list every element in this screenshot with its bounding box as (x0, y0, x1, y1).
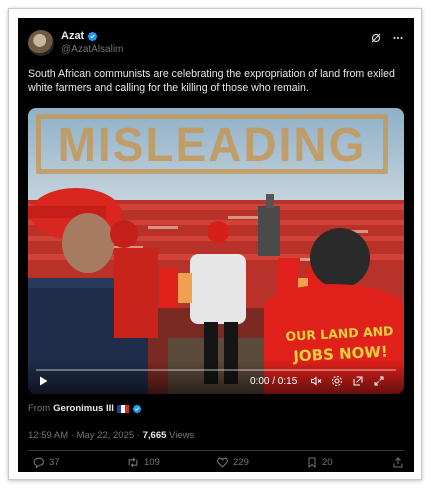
reply-count: 37 (49, 457, 60, 468)
post-timestamp[interactable]: 12:59 AM · May 22, 2025 (28, 430, 134, 441)
views-label: Views (169, 430, 195, 441)
repost-icon (128, 457, 138, 468)
repost-button[interactable]: 109 (126, 456, 160, 469)
author-display-name[interactable]: Azat (61, 30, 84, 42)
screenshot-frame: Azat @AzatAlsalim South African communis… (8, 8, 422, 480)
attribution-source[interactable]: Geronimus III (53, 403, 114, 414)
reply-button[interactable]: 37 (32, 456, 60, 469)
post-meta: 12:59 AM · May 22, 2025 · 7,665 Views (28, 430, 194, 441)
attribution-prefix: From (28, 403, 51, 414)
progress-bar[interactable] (36, 369, 396, 371)
avatar[interactable] (28, 30, 54, 56)
shirt-slogan-line1: OUR LAND AND (285, 323, 394, 344)
repost-count: 109 (144, 457, 160, 468)
more-icon[interactable] (392, 32, 404, 44)
video-control-icons (310, 375, 385, 387)
stamp-text: MISLEADING (57, 116, 367, 172)
bookmark-icon (308, 457, 316, 469)
settings-icon[interactable] (331, 375, 343, 387)
like-count: 229 (233, 457, 249, 468)
share-icon (393, 457, 403, 468)
fullscreen-icon[interactable] (373, 375, 385, 387)
play-icon[interactable] (37, 375, 49, 387)
bookmark-button[interactable]: 20 (306, 456, 333, 469)
verified-badge-icon (88, 31, 98, 41)
reply-icon (33, 457, 44, 469)
like-icon (217, 457, 228, 468)
divider (28, 450, 404, 451)
tweet-card: Azat @AzatAlsalim South African communis… (18, 18, 414, 472)
volume-icon[interactable] (310, 375, 322, 387)
video-controls: 0:00 / 0:15 (28, 360, 404, 394)
media-attribution: From Geronimus III (28, 403, 142, 414)
misleading-stamp: MISLEADING (36, 114, 388, 174)
author-line: Azat (61, 30, 98, 42)
video-player[interactable]: MISLEADING OUR LAND AND JOBS NOW! 0:00 /… (28, 108, 404, 394)
like-button[interactable]: 229 (216, 456, 249, 469)
grok-icon[interactable] (370, 32, 382, 44)
pip-icon[interactable] (352, 375, 364, 387)
views-count: 7,665 (142, 430, 167, 441)
header-actions (370, 32, 404, 44)
share-button[interactable] (392, 456, 404, 469)
video-time: 0:00 / 0:15 (250, 376, 298, 387)
tweet-text: South African communists are celebrating… (28, 68, 395, 94)
french-flag-icon (116, 404, 129, 413)
author-handle[interactable]: @AzatAlsalim (61, 44, 123, 55)
bookmark-count: 20 (322, 457, 333, 468)
meta-separator: · (136, 430, 140, 441)
verified-badge-icon (132, 404, 142, 413)
action-bar: 37 109 229 20 (28, 456, 404, 470)
